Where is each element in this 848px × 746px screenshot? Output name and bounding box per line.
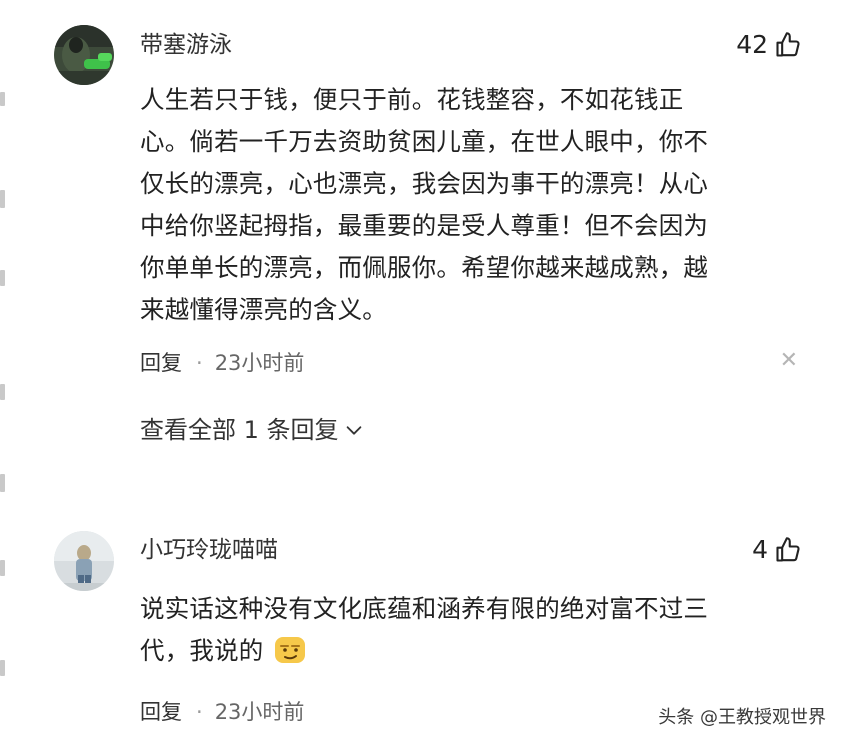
comment-username[interactable]: 带塞游泳 <box>140 30 232 60</box>
left-edge-fragments <box>0 0 8 746</box>
comment-meta: 回复 · 23小时前 <box>140 698 304 726</box>
like-button[interactable]: 4 <box>752 535 802 565</box>
source-watermark: 头条 @王教授观世界 <box>658 707 826 728</box>
comment-line: 来越懂得漂亮的含义。 <box>140 295 387 324</box>
smug-face-emoji-icon <box>274 637 305 663</box>
comment-line: 你单单长的漂亮，而佩服你。希望你越来越成熟，越 <box>140 253 709 282</box>
like-count: 42 <box>736 30 768 59</box>
comment-line: 说实话这种没有文化底蕴和涵养有限的绝对富不过三 <box>140 594 709 623</box>
comment-line-wrap: 代，我说的 <box>140 630 795 672</box>
comment-meta: 回复 · 23小时前 <box>140 349 304 377</box>
thumbs-up-icon <box>776 537 800 562</box>
user-avatar[interactable] <box>54 25 114 85</box>
thumbs-up-icon <box>776 32 800 57</box>
like-button[interactable]: 42 <box>736 30 802 60</box>
user-avatar[interactable] <box>54 531 114 591</box>
comment-username[interactable]: 小巧玲珑喵喵 <box>140 535 278 565</box>
comment-time: 23小时前 <box>214 700 305 724</box>
comment-body: 说实话这种没有文化底蕴和涵养有限的绝对富不过三 代，我说的 <box>140 588 795 672</box>
view-all-replies-label: 查看全部 1 条回复 <box>140 416 339 444</box>
comment-line: 仅长的漂亮，心也漂亮，我会因为事干的漂亮！从心 <box>140 169 709 198</box>
meta-separator: · <box>196 700 203 724</box>
chevron-down-icon <box>346 426 361 435</box>
avatar-photo-icon <box>54 25 114 85</box>
meta-separator: · <box>196 351 203 375</box>
like-count: 4 <box>752 535 768 564</box>
reply-button[interactable]: 回复 <box>140 349 182 377</box>
close-icon[interactable]: ✕ <box>780 348 798 373</box>
comment-line: 人生若只于钱，便只于前。花钱整容，不如花钱正 <box>140 85 684 114</box>
comment-line: 心。倘若一千万去资助贫困儿童，在世人眼中，你不 <box>140 127 709 156</box>
comment-body: 人生若只于钱，便只于前。花钱整容，不如花钱正 心。倘若一千万去资助贫困儿童，在世… <box>140 79 795 331</box>
comment-time: 23小时前 <box>214 351 305 375</box>
avatar-photo-icon <box>54 531 114 591</box>
comment-line: 代，我说的 <box>140 636 264 665</box>
view-all-replies-button[interactable]: 查看全部 1 条回复 <box>140 415 365 445</box>
comment-line: 中给你竖起拇指，最重要的是受人尊重！但不会因为 <box>140 211 709 240</box>
reply-button[interactable]: 回复 <box>140 698 182 726</box>
